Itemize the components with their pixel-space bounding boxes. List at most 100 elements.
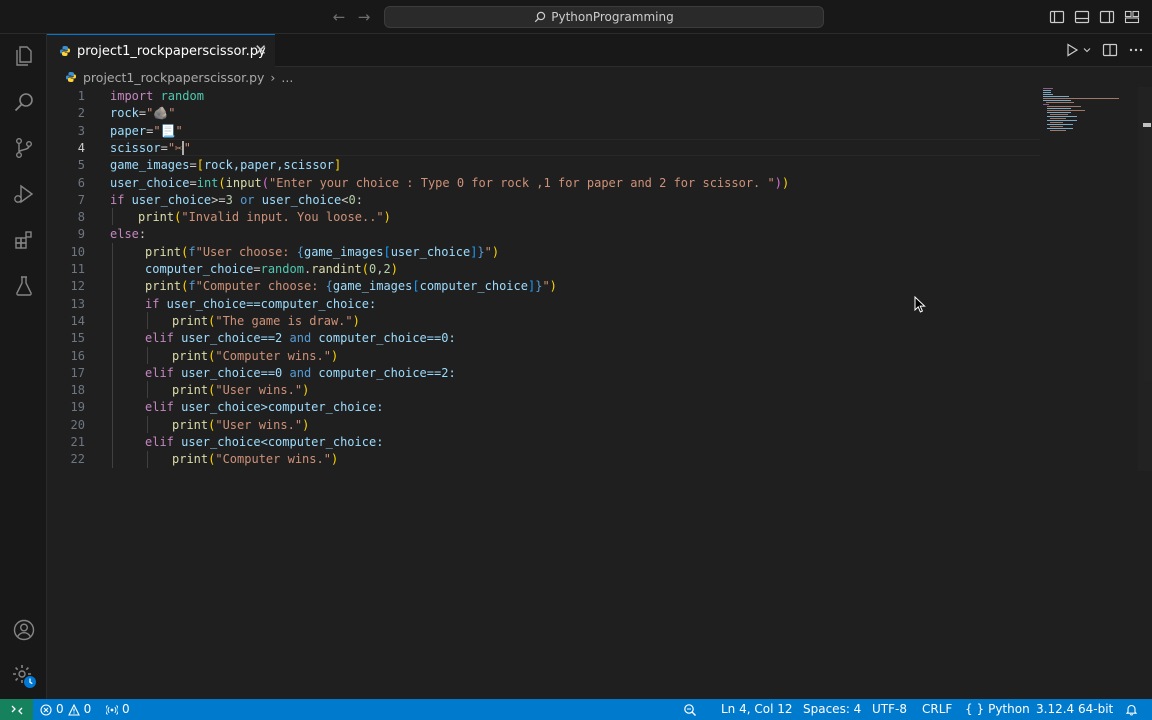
code-line-4: scissor="✂ "	[110, 140, 191, 157]
indentation-status[interactable]: Spaces: 4	[803, 699, 861, 720]
breadcrumb-more[interactable]: ...	[281, 70, 293, 85]
tab-project1-rockpaperscissor[interactable]: project1_rockpaperscissor.py ✕	[47, 34, 275, 67]
indent-guide	[147, 347, 148, 364]
code-line-2: rock="🪨"	[110, 105, 176, 122]
token: user_choice==computer_choice:	[159, 296, 377, 311]
editor-tabs: project1_rockpaperscissor.py ✕	[47, 34, 1152, 67]
manage-button[interactable]	[0, 656, 47, 696]
source-control-button[interactable]	[0, 128, 47, 168]
code-line-14: print("The game is draw.")	[172, 313, 360, 330]
token: =	[189, 158, 197, 173]
toggle-panel-icon[interactable]	[1074, 9, 1090, 25]
line-number: 20	[70, 417, 85, 432]
error-count: 0	[56, 702, 64, 716]
token: "User wins."	[215, 383, 303, 398]
token: )	[774, 175, 782, 190]
remote-indicator[interactable]	[0, 699, 33, 720]
python-interpreter[interactable]: 3.12.4 64-bit	[1036, 699, 1113, 720]
code-line-9: else:	[110, 226, 146, 243]
token: "	[183, 140, 191, 155]
eol-status[interactable]: CRLF	[922, 699, 952, 720]
encoding-status[interactable]: UTF-8	[872, 699, 907, 720]
ports-status[interactable]: 0	[106, 699, 130, 720]
tab-label: project1_rockpaperscissor.py	[77, 43, 266, 59]
token: [	[412, 279, 420, 294]
remote-icon	[11, 705, 22, 714]
token: >=	[211, 192, 226, 207]
more-icon[interactable]	[1128, 42, 1144, 58]
search-button[interactable]	[0, 82, 47, 122]
code-line-18: print("User wins.")	[172, 382, 309, 399]
vertical-scrollbar[interactable]	[1138, 87, 1152, 471]
line-number: 21	[70, 435, 85, 449]
token: rock	[110, 106, 139, 121]
broadcast-icon	[106, 704, 118, 715]
token: "✂	[167, 140, 183, 155]
language-mode[interactable]: { } Python	[965, 699, 1030, 720]
token: (	[361, 262, 370, 276]
breadcrumb-file[interactable]: project1_rockpaperscissor.py	[83, 70, 264, 85]
line-number: 16	[70, 348, 85, 363]
explorer-button[interactable]	[0, 36, 47, 76]
code-line-21: elif user_choice<computer_choice:	[145, 434, 383, 451]
line-number: 1	[77, 89, 85, 103]
code-line-5: game_images=[rock,paper,scissor]	[110, 157, 341, 174]
token: user_choice==0	[173, 365, 290, 380]
token: computer_choice	[419, 279, 528, 294]
token: game_images	[303, 244, 384, 259]
chevron-down-icon[interactable]	[1082, 42, 1092, 58]
back-arrow-icon[interactable]: ←	[329, 7, 349, 27]
split-editor-icon[interactable]	[1102, 42, 1118, 58]
token: user_choice	[390, 244, 471, 259]
notifications[interactable]	[1125, 699, 1138, 720]
code-line-3: paper="📃"	[110, 123, 183, 140]
line-number: 6	[77, 175, 85, 190]
forward-arrow-icon[interactable]: →	[354, 7, 374, 27]
run-icon[interactable]	[1064, 42, 1080, 58]
accounts-button[interactable]	[0, 610, 47, 650]
token: 2	[383, 262, 391, 276]
code-line-16: print("Computer wins.")	[172, 348, 338, 365]
scrollbar-cursor-marker	[1143, 123, 1151, 127]
status-bar: 0 0 0 Ln 4, Col 12 Spaces: 4 UTF-8 CRLF …	[0, 699, 1152, 720]
braces-icon: { }	[965, 702, 985, 716]
activity-bar	[0, 34, 47, 699]
token: [	[196, 158, 204, 173]
customize-layout-icon[interactable]	[1124, 9, 1140, 25]
bell-icon	[1125, 704, 1138, 716]
code-line-22: print("Computer wins.")	[172, 451, 338, 468]
source-control-icon	[15, 138, 32, 159]
explorer-icon	[15, 46, 32, 66]
run-debug-button[interactable]	[0, 174, 47, 214]
token: user_choice==2	[173, 331, 290, 346]
current-line-highlight	[110, 139, 1040, 156]
token: "User choose:	[195, 244, 297, 259]
zoom-status[interactable]	[683, 699, 697, 720]
token: "Computer choose:	[195, 279, 326, 294]
toggle-primary-sidebar-icon[interactable]	[1049, 9, 1065, 25]
token: "	[484, 244, 492, 259]
token: :	[355, 192, 363, 207]
token: elif	[145, 331, 174, 346]
indent-guide	[147, 451, 148, 468]
token: )	[781, 175, 790, 190]
token: user_choice<computer_choice:	[173, 435, 384, 449]
line-number: 5	[77, 158, 85, 173]
close-tab-icon[interactable]: ✕	[254, 41, 267, 59]
breadcrumb: project1_rockpaperscissor.py › ...	[47, 67, 1152, 87]
command-center-search[interactable]: PythonProgramming	[384, 6, 824, 28]
code-line-11: computer_choice=random.randint(0,2)	[145, 261, 398, 278]
minimap[interactable]	[1043, 87, 1133, 147]
zoom-icon	[684, 703, 696, 716]
token: print	[145, 279, 182, 294]
line-number: 3	[77, 123, 85, 138]
token: }	[477, 244, 485, 259]
line-number: 2	[77, 106, 85, 121]
cursor-position[interactable]: Ln 4, Col 12	[721, 699, 793, 720]
code-editor[interactable]: 1 2 3 4 5 6 7 8 9 10 11 12 13 14 15 16 17 18 19 20 21 22 impo…	[47, 87, 1152, 699]
problems-status[interactable]: 0 0	[40, 699, 91, 720]
code-line-20: print("User wins.")	[172, 417, 309, 434]
toggle-secondary-sidebar-icon[interactable]	[1099, 9, 1115, 25]
extensions-button[interactable]	[0, 220, 47, 260]
testing-button[interactable]	[0, 266, 47, 306]
